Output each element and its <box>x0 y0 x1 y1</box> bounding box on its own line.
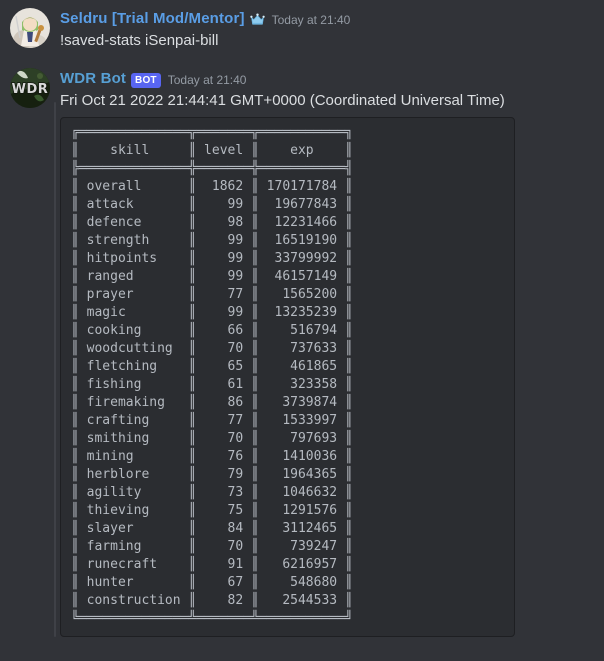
message-list: Seldru [Trial Mod/Mentor] Today at 21:40… <box>0 6 604 639</box>
avatar-image <box>10 8 50 48</box>
stats-codeblock: ╔══════════════╦═══════╦═══════════╗ ║ s… <box>60 117 515 637</box>
avatar[interactable] <box>10 8 50 48</box>
message-timestamp: Today at 21:40 <box>271 13 351 27</box>
message-accent-bar <box>54 102 56 637</box>
avatar[interactable]: WDR <box>10 68 50 108</box>
crown-icon <box>249 10 265 28</box>
avatar-image: WDR <box>10 68 50 108</box>
username[interactable]: WDR Bot <box>60 69 126 89</box>
message-content: !saved-stats iSenpai-bill <box>60 32 219 49</box>
username[interactable]: Seldru [Trial Mod/Mentor] <box>60 9 245 29</box>
message-header: WDR Bot BOT Today at 21:40 <box>60 68 592 90</box>
bot-badge: BOT <box>131 72 161 88</box>
message-content: Fri Oct 21 2022 21:44:41 GMT+0000 (Coord… <box>60 92 505 109</box>
message-user-command: Seldru [Trial Mod/Mentor] Today at 21:40… <box>0 6 604 54</box>
message-timestamp: Today at 21:40 <box>167 73 247 87</box>
message-bot-response: WDR WDR Bot BOT Today at 21:40 Fri Oct 2… <box>0 66 604 639</box>
message-header: Seldru [Trial Mod/Mentor] Today at 21:40 <box>60 8 592 30</box>
svg-text:WDR: WDR <box>12 82 49 97</box>
stats-table: ╔══════════════╦═══════╦═══════════╗ ║ s… <box>71 125 353 626</box>
